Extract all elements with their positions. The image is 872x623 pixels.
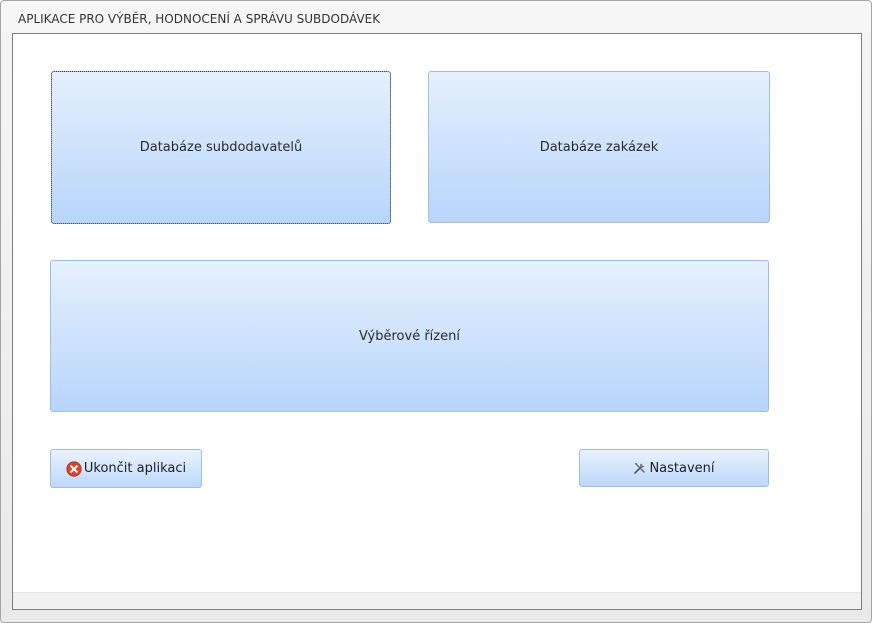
subcontractors-database-label: Databáze subdodavatelů xyxy=(139,140,303,155)
tools-icon xyxy=(633,461,647,475)
orders-database-button[interactable]: Databáze zakázek xyxy=(428,71,770,223)
close-circle-icon xyxy=(66,460,82,477)
subcontractors-database-button[interactable]: Databáze subdodavatelů xyxy=(51,71,391,224)
tender-label: Výběrové řízení xyxy=(359,328,460,344)
exit-application-label: Ukončit aplikaci xyxy=(83,461,187,476)
main-form: Databáze subdodavatelů Databáze zakázek … xyxy=(12,33,862,610)
settings-button[interactable]: Nastavení xyxy=(579,449,769,487)
orders-database-label: Databáze zakázek xyxy=(539,139,659,155)
app-window: APLIKACE PRO VÝBĚR, HODNOCENÍ A SPRÁVU S… xyxy=(0,0,872,623)
window-title: APLIKACE PRO VÝBĚR, HODNOCENÍ A SPRÁVU S… xyxy=(18,12,381,26)
settings-label: Nastavení xyxy=(649,460,715,476)
exit-application-button[interactable]: Ukončit aplikaci xyxy=(50,449,202,488)
tender-button[interactable]: Výběrové řízení xyxy=(50,260,769,412)
form-footer xyxy=(13,592,861,609)
